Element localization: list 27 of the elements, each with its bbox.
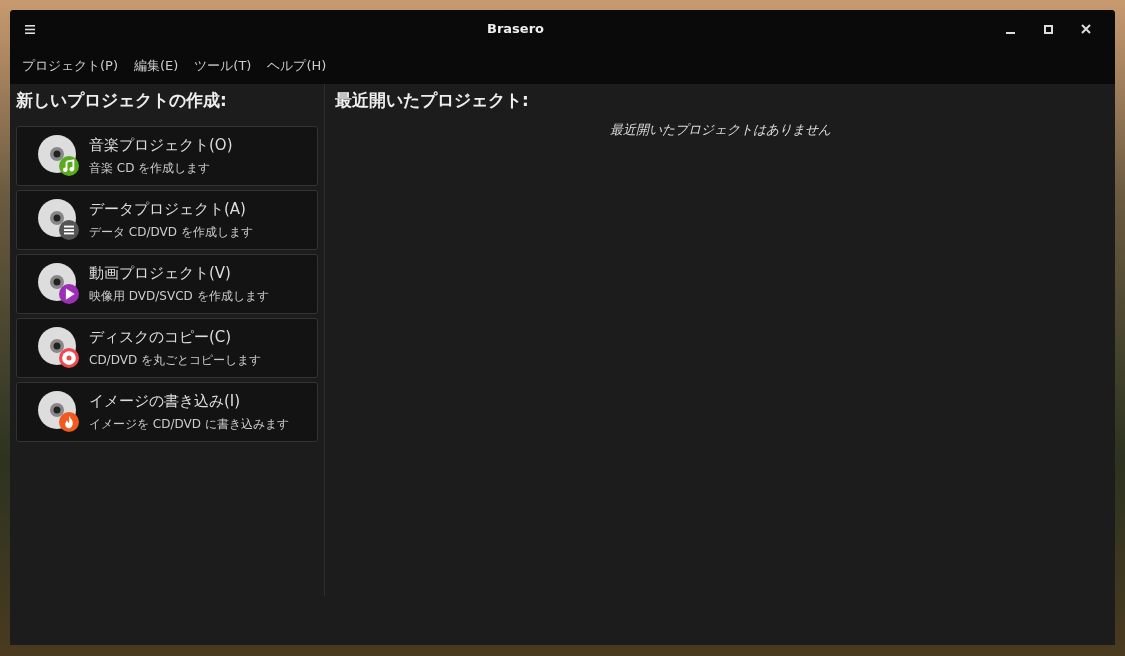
project-title: 動画プロジェクト(V)	[89, 262, 232, 284]
empty-message: 最近開いたプロジェクトはありません	[608, 120, 832, 139]
window-title: Brasero	[486, 20, 545, 39]
section-heading: 最近開いたプロジェクト:	[335, 89, 530, 112]
project-button[interactable]: イメージの書き込み(I) イメージを CD/DVD に書き込みます	[16, 381, 318, 442]
menu-item[interactable]: ヘルプ(H)	[259, 54, 335, 78]
project-button[interactable]: 動画プロジェクト(V) 映像用 DVD/SVCD を作成します	[16, 253, 318, 314]
project-button[interactable]: データプロジェクト(A) データ CD/DVD を作成します	[16, 189, 318, 250]
project-description: 映像用 DVD/SVCD を作成します	[89, 288, 269, 306]
project-title: データプロジェクト(A)	[89, 198, 247, 220]
project-title: 音楽プロジェクト(O)	[89, 134, 233, 156]
project-title: イメージの書き込み(I)	[89, 390, 242, 412]
project-description: イメージを CD/DVD に書き込みます	[89, 416, 289, 434]
project-button[interactable]: 音楽プロジェクト(O) 音楽 CD を作成します	[16, 125, 318, 186]
section-heading: 新しいプロジェクトの作成:	[16, 89, 228, 112]
project-button[interactable]: ディスクのコピー(C) CD/DVD を丸ごとコピーします	[16, 317, 318, 378]
project-description: 音楽 CD を作成します	[89, 160, 212, 178]
minimize-icon	[1005, 31, 1015, 34]
maximize-icon	[1043, 24, 1053, 34]
project-description: CD/DVD を丸ごとコピーします	[89, 352, 261, 370]
menu-item[interactable]: プロジェクト(P)	[14, 54, 126, 78]
menu-item[interactable]: 編集(E)	[126, 54, 187, 78]
project-title: ディスクのコピー(C)	[89, 326, 233, 348]
project-description: データ CD/DVD を作成します	[89, 224, 253, 242]
menu-icon	[25, 24, 35, 34]
close-icon	[1081, 24, 1091, 34]
menu-item[interactable]: ツール(T)	[186, 54, 260, 78]
